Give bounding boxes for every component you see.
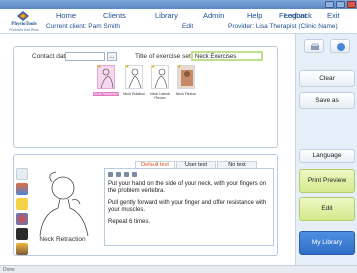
color-wheel-icon[interactable] <box>16 213 28 225</box>
star-icon: ★ <box>125 64 130 70</box>
contact-date-field[interactable] <box>65 52 105 61</box>
thumb-caption: Neck Retraction <box>93 92 119 96</box>
nav-logout[interactable]: Logout <box>284 11 307 20</box>
nav-clients[interactable]: Clients <box>103 11 126 20</box>
logo-mark-icon <box>17 11 29 21</box>
right-action-column: Clear Save as Language Print Preview Edi… <box>295 34 357 265</box>
thumb-neck-lateral-flexion[interactable]: ★ <box>151 64 169 89</box>
thumb-neck-retraction[interactable]: ★ <box>97 64 115 89</box>
star-icon: ★ <box>177 64 182 70</box>
nav-exit[interactable]: Exit <box>327 11 340 20</box>
clear-button[interactable]: Clear <box>299 70 355 87</box>
physiotools-logo: PhysioTools Printouts that Work <box>4 10 44 34</box>
pencil-icon[interactable] <box>16 243 28 255</box>
edit-button[interactable]: Edit <box>299 197 355 221</box>
status-text: Done <box>3 267 15 273</box>
save-as-button[interactable]: Save as <box>299 92 355 109</box>
star-icon: ★ <box>97 64 102 70</box>
status-bar: Done <box>0 265 357 273</box>
current-client: Current client: Pam Smith <box>46 23 121 30</box>
instruction-paragraph-2: Pull gently forward with your finger and… <box>108 200 267 213</box>
camera-icon[interactable] <box>16 228 28 240</box>
provider-info: Provider: Lisa Therapist (Clinic Name) <box>228 23 338 30</box>
thumb-neck-flexion[interactable]: ★ <box>177 64 195 89</box>
maximize-button[interactable] <box>336 1 345 8</box>
list-icon[interactable] <box>132 172 137 177</box>
minimize-button[interactable] <box>325 1 334 8</box>
contact-date-label: Contact date <box>32 53 69 60</box>
title-label: Title of exercise set <box>135 53 191 60</box>
main-navigation: PhysioTools Printouts that Work Home Cli… <box>0 9 357 34</box>
thumb-neck-rotation[interactable]: ★ <box>125 64 143 89</box>
play-icon[interactable] <box>16 198 28 210</box>
print-icon <box>311 43 319 50</box>
print-icon-button[interactable] <box>304 39 324 53</box>
blank-tool-icon[interactable] <box>16 168 28 180</box>
instruction-paragraph-1: Put your hand on the side of your neck, … <box>108 181 267 194</box>
logo-text: PhysioTools <box>11 22 37 27</box>
title-field[interactable]: Neck Exercises <box>191 51 263 61</box>
window-titlebar <box>0 0 357 9</box>
nav-library[interactable]: Library <box>155 11 178 20</box>
nav-admin[interactable]: Admin <box>203 11 224 20</box>
web-icon-button[interactable] <box>330 39 350 53</box>
nav-help[interactable]: Help <box>247 11 262 20</box>
italic-icon[interactable] <box>116 172 121 177</box>
exercise-illustration <box>39 171 89 237</box>
bold-icon[interactable] <box>108 172 113 177</box>
close-button[interactable] <box>347 1 356 8</box>
thumb-caption: Neck Flexion <box>175 92 197 96</box>
underline-icon[interactable] <box>124 172 129 177</box>
globe-icon <box>337 43 345 51</box>
date-picker-button[interactable]: ... <box>107 52 117 61</box>
image-caption: Neck Retraction <box>39 236 86 243</box>
nav-home[interactable]: Home <box>56 11 76 20</box>
instruction-paragraph-3: Repeat 6 times. <box>108 219 151 225</box>
thumb-caption: Neck Lateral Flexion <box>150 92 170 100</box>
language-button[interactable]: Language <box>299 149 355 163</box>
print-preview-button[interactable]: Print Preview <box>299 169 355 193</box>
image-tools <box>16 168 28 256</box>
exercise-text-editor[interactable]: Put your hand on the side of your neck, … <box>104 168 274 246</box>
editor-toolbar <box>108 172 152 178</box>
exercise-set-panel: Contact date ... Title of exercise set N… <box>13 46 278 148</box>
thumb-caption: Neck Rotation <box>123 92 145 96</box>
my-library-button[interactable]: My Library <box>299 231 355 255</box>
star-icon: ★ <box>151 64 156 70</box>
figure-tool-icon[interactable] <box>16 183 28 195</box>
edit-mode-label: Edit <box>182 23 194 30</box>
logo-tagline: Printouts that Work <box>9 28 39 32</box>
